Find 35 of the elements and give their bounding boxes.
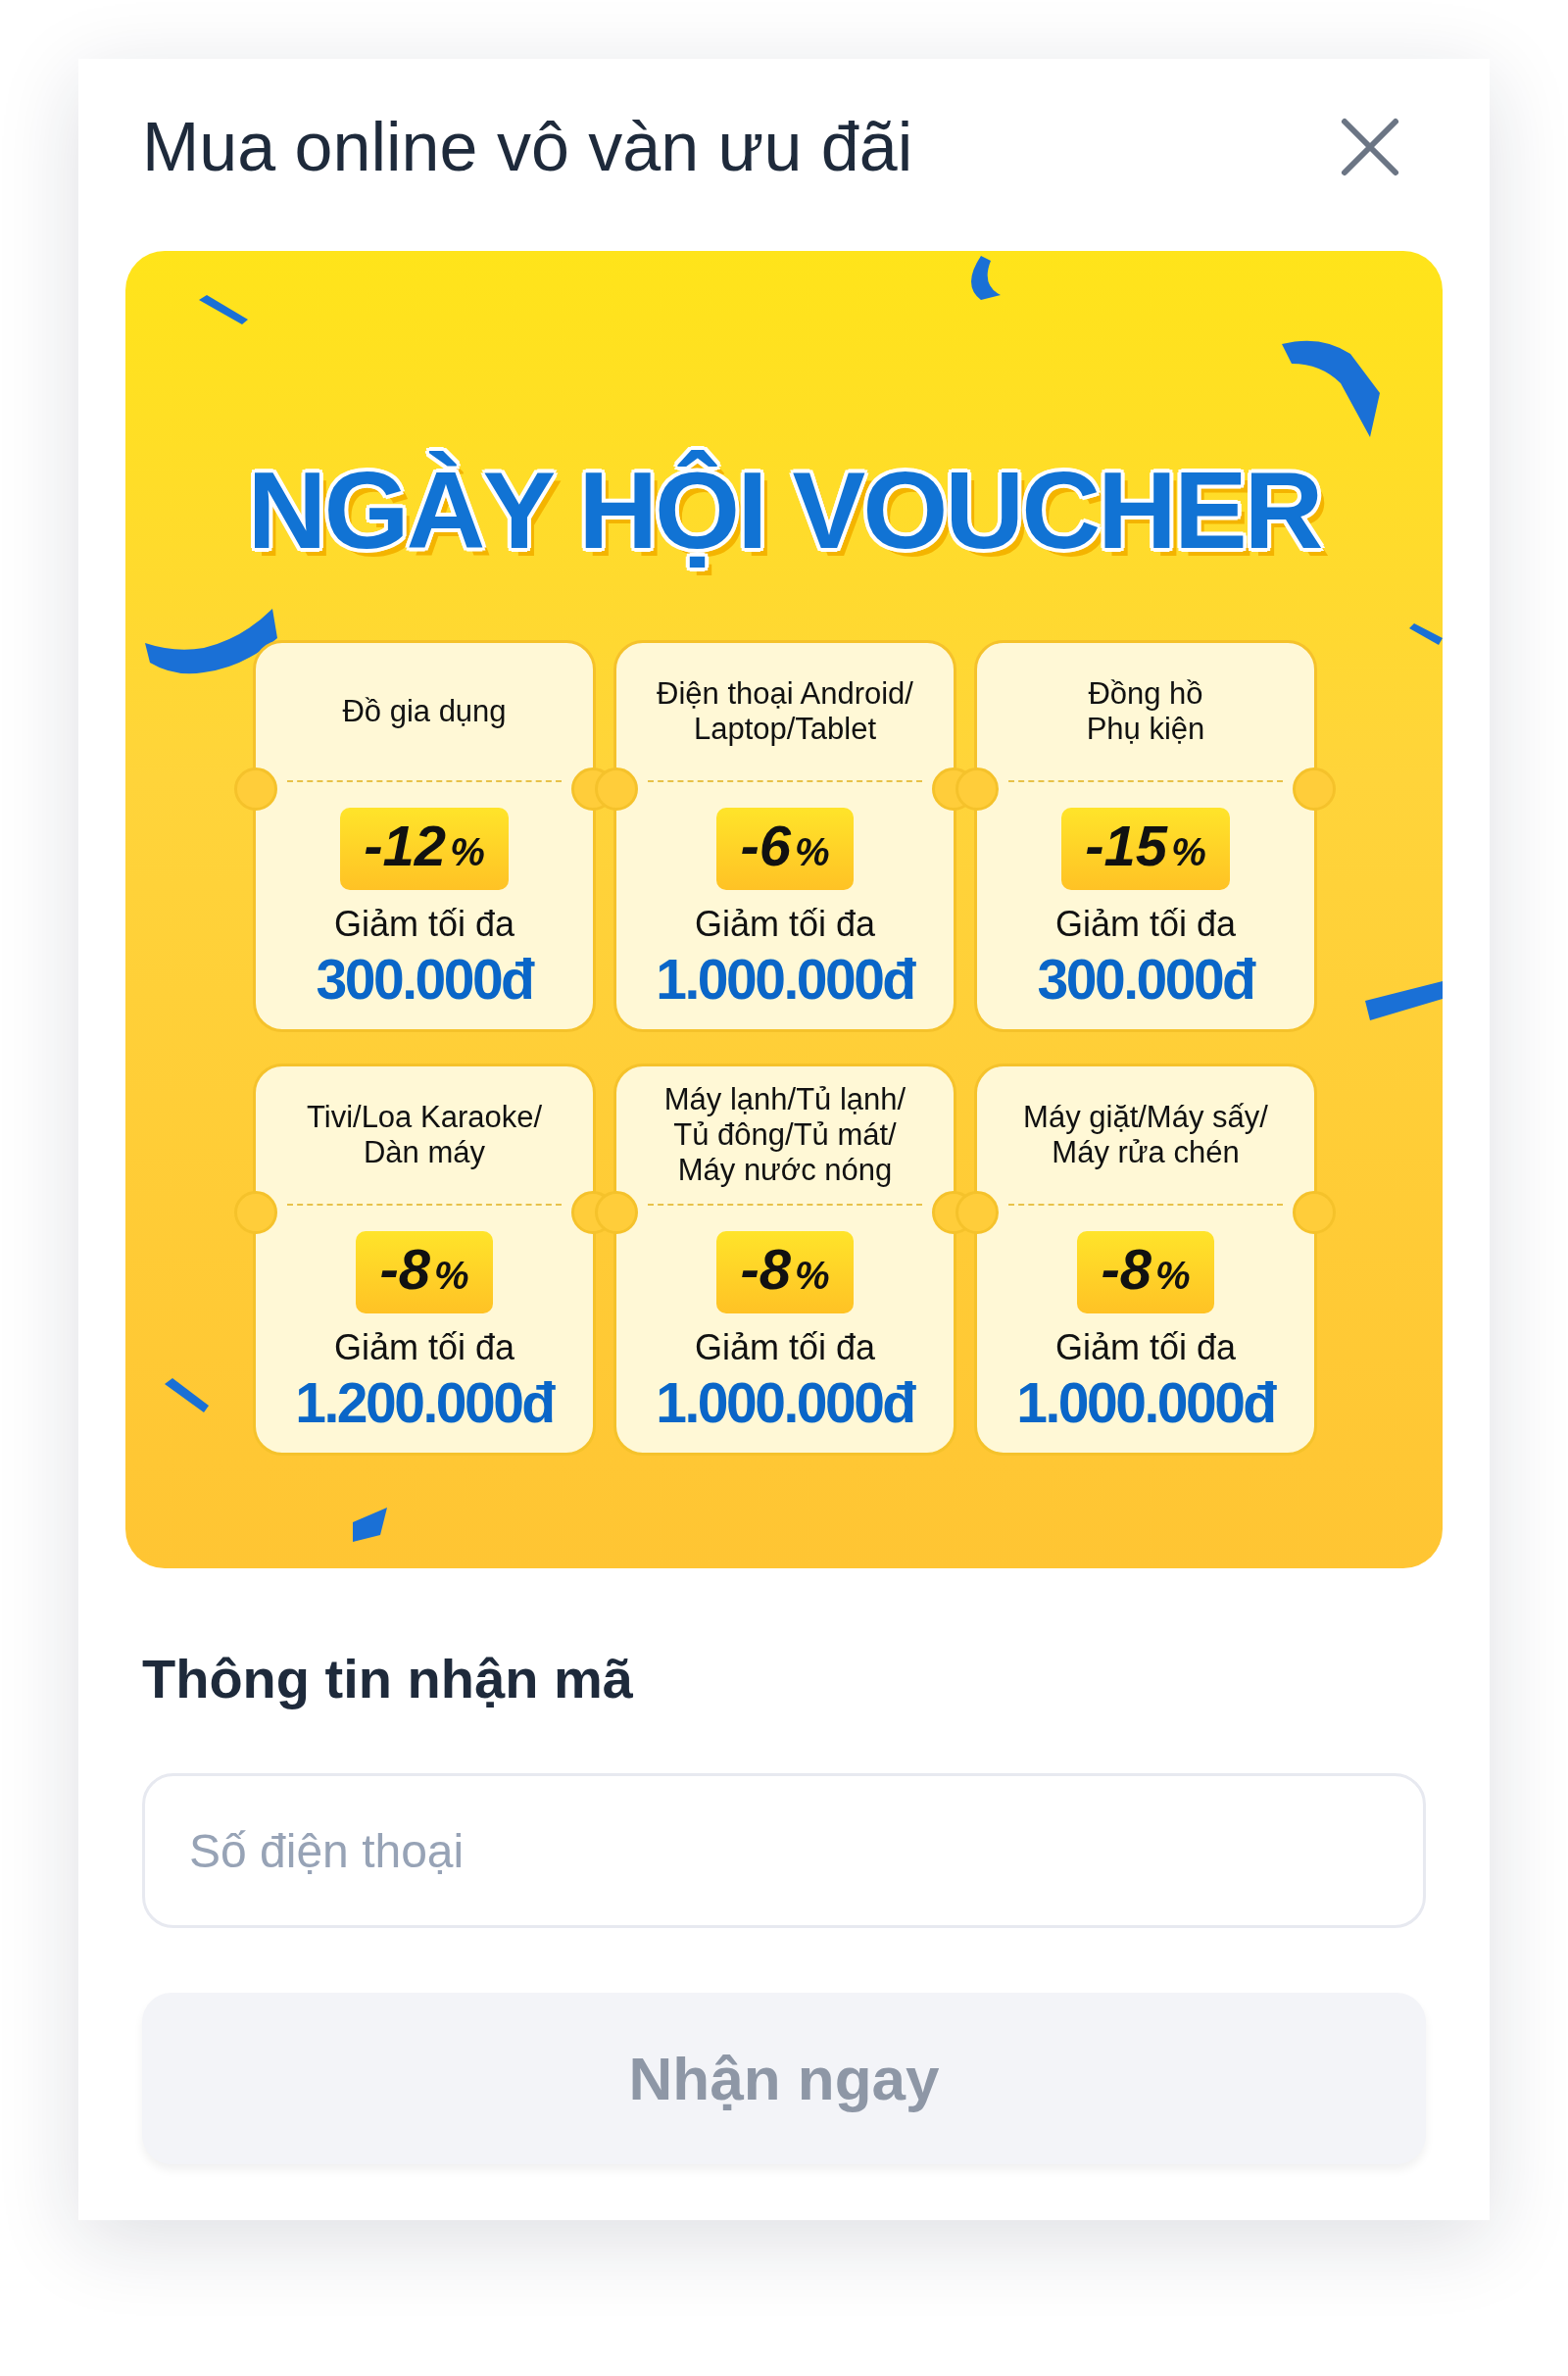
voucher-category: Tivi/Loa Karaoke/ Dàn máy xyxy=(305,1099,544,1171)
voucher-amount: 300.000đ xyxy=(1037,947,1254,1012)
close-button[interactable] xyxy=(1339,116,1401,178)
dialog-title: Mua online vô vàn ưu đãi xyxy=(142,108,913,186)
discount-badge: -8% xyxy=(1077,1231,1214,1313)
voucher-caption: Giảm tối đa xyxy=(333,1327,515,1368)
discount-badge: -6% xyxy=(716,808,854,890)
voucher-amount: 1.000.000đ xyxy=(1016,1370,1275,1435)
phone-field[interactable]: Số điện thoại xyxy=(142,1773,1426,1928)
banner-title: NGÀY HỘI VOUCHER xyxy=(246,448,1322,573)
voucher-caption: Giảm tối đa xyxy=(694,1327,876,1368)
discount-badge: -15% xyxy=(1061,808,1230,890)
voucher-caption: Giảm tối đa xyxy=(694,904,876,945)
voucher-caption: Giảm tối đa xyxy=(1054,904,1237,945)
voucher-category: Máy giặt/Máy sấy/ Máy rửa chén xyxy=(1022,1099,1269,1171)
confetti-icon xyxy=(1365,981,1443,1020)
voucher-amount: 1.200.000đ xyxy=(295,1370,554,1435)
section-heading: Thông tin nhận mã xyxy=(142,1647,634,1710)
voucher-category: Đồ gia dụng xyxy=(341,693,508,730)
discount-badge: -8% xyxy=(716,1231,854,1313)
voucher-category: Máy lạnh/Tủ lạnh/ Tủ đông/Tủ mát/ Máy nước nóng xyxy=(662,1081,907,1189)
voucher-caption: Giảm tối đa xyxy=(333,904,515,945)
discount-badge: -12% xyxy=(340,808,509,890)
confetti-icon xyxy=(165,1378,209,1412)
close-icon xyxy=(1339,116,1401,178)
discount-badge: -8% xyxy=(356,1231,493,1313)
voucher-amount: 300.000đ xyxy=(316,947,533,1012)
voucher-caption: Giảm tối đa xyxy=(1054,1327,1237,1368)
voucher-amount: 1.000.000đ xyxy=(656,947,914,1012)
confetti-icon xyxy=(1409,623,1443,645)
confetti-icon xyxy=(199,295,248,324)
voucher-category: Điện thoại Android/ Laptop/Tablet xyxy=(656,675,914,748)
voucher-category: Đồng hồ Phụ kiện xyxy=(1085,675,1206,748)
voucher-amount: 1.000.000đ xyxy=(656,1370,914,1435)
confetti-icon xyxy=(353,1508,387,1542)
